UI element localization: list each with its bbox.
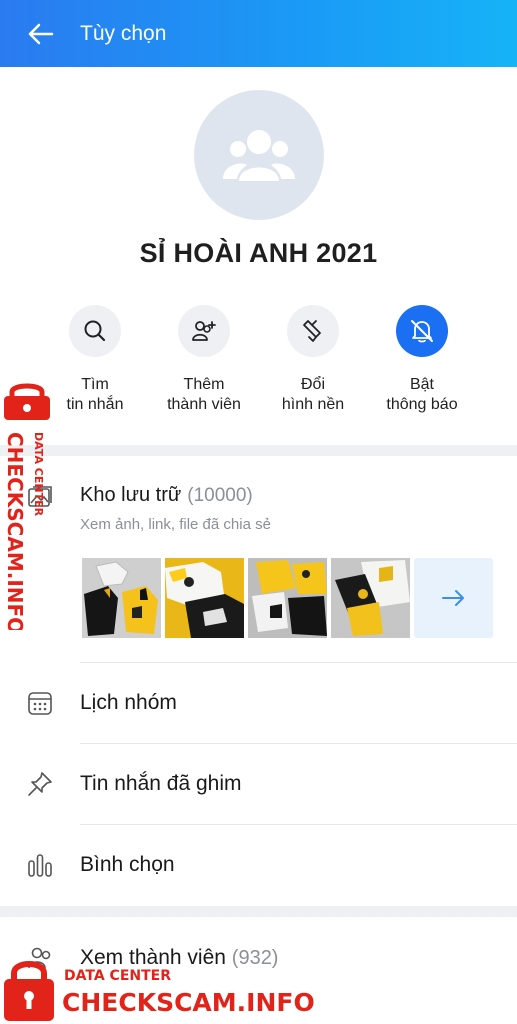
media-thumbnail[interactable]: [82, 558, 161, 638]
top-bar: Tùy chọn: [0, 0, 517, 67]
arrow-right-icon: [441, 590, 464, 606]
watermark-label: DATA CENTER: [64, 968, 171, 984]
add-member-icon: [192, 321, 216, 341]
add-member-button[interactable]: Thêm thành viên: [149, 305, 259, 415]
bell-off-icon: [411, 320, 433, 343]
enable-notifications-button[interactable]: Bật thông báo: [367, 305, 477, 415]
watermark-label-vertical: DATA CENTER: [32, 432, 45, 517]
storage-title: Kho lưu trữ (10000): [80, 484, 253, 507]
pinned-messages-row[interactable]: Tin nhắn đã ghim: [0, 744, 517, 824]
pin-icon: [26, 770, 54, 798]
paint-brush-icon: [303, 320, 321, 342]
storage-subtitle: Xem ảnh, link, file đã chia sẻ: [80, 516, 271, 533]
back-button[interactable]: [0, 0, 80, 67]
group-calendar-row[interactable]: Lịch nhóm: [0, 663, 517, 743]
quick-actions: Tìm tin nhắn Thêm thành viên Đổi hình nề…: [0, 305, 517, 420]
change-background-label: Đổi hình nền: [281, 376, 345, 413]
watermark-site-vertical: CHECKSCAM.INFO: [3, 432, 27, 630]
storage-title-text: Kho lưu trữ: [80, 484, 182, 506]
group-calendar-label: Lịch nhóm: [80, 691, 177, 714]
poll-label: Bình chọn: [80, 853, 175, 876]
view-more-media-button[interactable]: [414, 558, 493, 638]
search-icon: [84, 320, 106, 342]
enable-notifications-label: Bật thông báo: [386, 376, 458, 413]
poll-row[interactable]: Bình chọn: [0, 825, 517, 905]
change-background-button[interactable]: Đổi hình nền: [258, 305, 368, 415]
page-title: Tùy chọn: [80, 21, 167, 45]
enable-notifications-circle: [396, 305, 448, 357]
storage-count: (10000): [187, 485, 253, 506]
lock-icon: [4, 961, 54, 1021]
group-avatar[interactable]: [194, 90, 324, 220]
search-messages-circle: [69, 305, 121, 357]
section-divider: [0, 906, 517, 917]
change-background-circle: [287, 305, 339, 357]
calendar-icon: [26, 689, 54, 717]
media-thumbnail[interactable]: [248, 558, 327, 638]
lock-icon: [4, 383, 50, 420]
media-thumbnails: [82, 558, 493, 638]
section-divider: [0, 445, 517, 456]
media-thumbnail[interactable]: [165, 558, 244, 638]
watermark-side: CHECKSCAM.INFO DATA CENTER: [0, 380, 60, 634]
add-member-label: Thêm thành viên: [167, 376, 241, 413]
group-name: SỈ HOÀI ANH 2021: [139, 238, 378, 268]
poll-icon: [26, 851, 54, 879]
media-thumbnail[interactable]: [331, 558, 410, 638]
arrow-left-icon: [28, 23, 54, 44]
watermark-site: CHECKSCAM.INFO: [62, 988, 315, 1017]
pinned-messages-label: Tin nhắn đã ghim: [80, 772, 242, 795]
watermark-bottom: DATA CENTER CHECKSCAM.INFO: [0, 955, 320, 1024]
group-icon: [223, 130, 295, 181]
add-member-circle: [178, 305, 230, 357]
